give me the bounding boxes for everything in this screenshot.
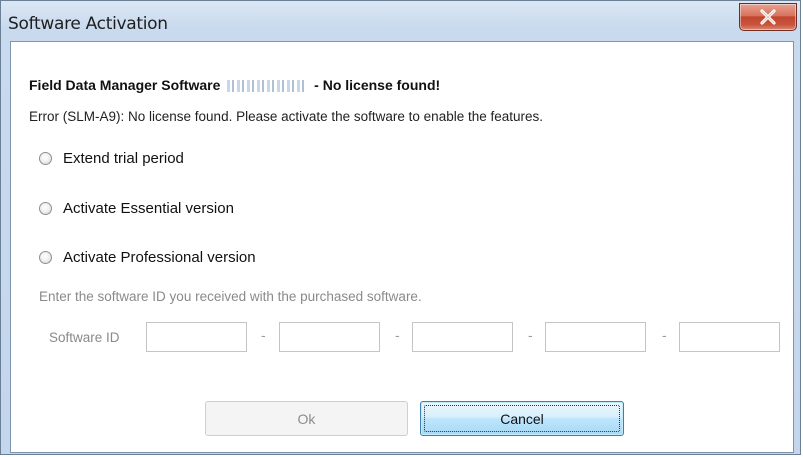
ok-button-label: Ok bbox=[297, 410, 316, 427]
window-title: Software Activation bbox=[8, 14, 168, 34]
heading-product-name: Field Data Manager Software bbox=[29, 77, 221, 93]
software-id-hint: Enter the software ID you received with … bbox=[39, 289, 422, 304]
software-id-field-2[interactable] bbox=[279, 322, 380, 352]
radio-activate-professional[interactable]: Activate Professional version bbox=[39, 249, 256, 266]
software-id-field-5[interactable] bbox=[679, 322, 780, 352]
dialog-body bbox=[10, 41, 794, 453]
radio-label[interactable]: Activate Professional version bbox=[63, 249, 256, 266]
software-id-field-4[interactable] bbox=[545, 322, 646, 352]
radio-label[interactable]: Activate Essential version bbox=[63, 200, 234, 217]
license-heading: Field Data Manager Software - No license… bbox=[29, 77, 440, 93]
radio-button-icon[interactable] bbox=[39, 152, 52, 165]
title-bar[interactable]: Software Activation bbox=[1, 1, 801, 41]
radio-extend-trial[interactable]: Extend trial period bbox=[39, 150, 184, 167]
separator-dash: - bbox=[261, 327, 266, 343]
ok-button[interactable]: Ok bbox=[205, 401, 408, 436]
separator-dash: - bbox=[395, 327, 400, 343]
cancel-button[interactable]: Cancel bbox=[420, 401, 624, 436]
activation-dialog: Software Activation Field Data Manager S… bbox=[0, 0, 801, 455]
error-message: Error (SLM-A9): No license found. Please… bbox=[29, 109, 544, 124]
software-id-field-1[interactable] bbox=[146, 322, 247, 352]
software-id-label: Software ID bbox=[49, 330, 120, 345]
close-button[interactable] bbox=[739, 3, 797, 31]
separator-dash: - bbox=[528, 327, 533, 343]
close-icon bbox=[760, 9, 776, 25]
heading-status: - No license found! bbox=[314, 77, 441, 93]
cancel-button-label: Cancel bbox=[500, 410, 544, 427]
separator-dash: - bbox=[662, 327, 667, 343]
radio-label[interactable]: Extend trial period bbox=[63, 150, 184, 167]
redacted-version bbox=[227, 80, 308, 93]
radio-button-icon[interactable] bbox=[39, 202, 52, 215]
software-id-field-3[interactable] bbox=[412, 322, 513, 352]
radio-activate-essential[interactable]: Activate Essential version bbox=[39, 200, 234, 217]
radio-button-icon[interactable] bbox=[39, 251, 52, 264]
